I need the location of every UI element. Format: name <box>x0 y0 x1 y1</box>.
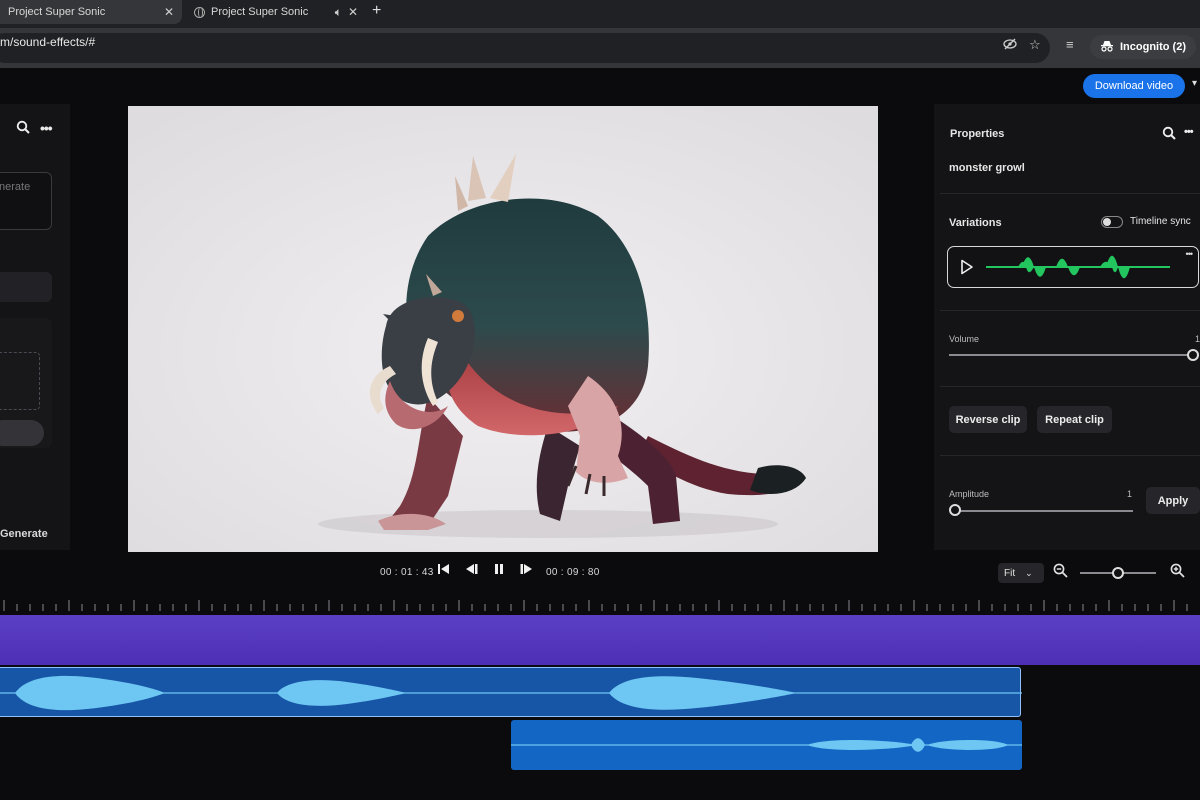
media-queue-icon[interactable]: ≡ <box>1066 37 1074 52</box>
zoom-fit-value: Fit <box>1004 567 1016 579</box>
search-icon[interactable] <box>1162 126 1176 145</box>
more-options-icon[interactable]: ••• <box>40 120 53 137</box>
chevron-down-icon[interactable]: ▾ <box>1192 78 1197 89</box>
volume-slider-handle[interactable] <box>1187 349 1199 361</box>
volume-label: Volume <box>949 334 980 344</box>
drop-zone[interactable] <box>0 352 40 410</box>
reverse-clip-button[interactable]: Reverse clip <box>949 406 1027 433</box>
audio-clip-1[interactable] <box>0 667 1022 717</box>
zoom-in-icon[interactable] <box>1170 563 1185 581</box>
variations-label: Variations <box>949 217 1002 229</box>
play-icon[interactable] <box>960 259 974 280</box>
amplitude-label: Amplitude <box>949 489 990 499</box>
properties-title: Properties <box>950 128 1005 140</box>
incognito-icon <box>1100 40 1114 55</box>
timeline-ruler[interactable] <box>0 598 1200 612</box>
browser-tab-2[interactable]: Project Super Sonic 🔈︎ ✕ <box>186 0 366 24</box>
skip-back-icon[interactable] <box>437 563 451 578</box>
audio-waveform <box>511 738 1022 752</box>
chevron-down-icon: ⌄ <box>1025 567 1033 578</box>
new-tab-icon[interactable]: + <box>372 2 381 20</box>
option-field[interactable] <box>0 272 52 302</box>
amplitude-slider-handle[interactable] <box>949 504 961 516</box>
prompt-placeholder: nerate <box>0 181 31 193</box>
timeline-sync-label: Timeline sync <box>1130 216 1191 227</box>
step-forward-icon[interactable] <box>519 563 533 578</box>
omnibox[interactable] <box>0 33 1050 63</box>
prompt-input[interactable]: nerate <box>0 172 52 230</box>
monster-frame-image <box>128 106 878 552</box>
tab-title: Project Super Sonic <box>8 6 106 18</box>
left-panel-toolbar: ••• <box>16 120 53 137</box>
volume-slider-track[interactable] <box>949 354 1189 356</box>
incognito-indicator[interactable]: Incognito (2) <box>1090 35 1196 59</box>
incognito-label: Incognito (2) <box>1120 41 1186 53</box>
upload-button[interactable] <box>0 420 44 446</box>
audio-clip-2[interactable] <box>511 720 1022 770</box>
video-track-clip[interactable] <box>0 615 1200 665</box>
close-tab-icon[interactable]: ✕ <box>164 5 174 19</box>
address-bar <box>0 28 1200 68</box>
step-back-icon[interactable] <box>465 563 479 578</box>
zoom-fit-select[interactable]: Fit ⌄ <box>998 563 1044 583</box>
apply-button[interactable]: Apply <box>1146 487 1200 514</box>
url-text[interactable]: m/sound-effects/# <box>0 35 95 49</box>
repeat-clip-button[interactable]: Repeat clip <box>1037 406 1112 433</box>
download-video-button[interactable]: Download video <box>1083 74 1185 98</box>
more-options-icon[interactable]: ••• <box>1186 249 1194 259</box>
clip-name: monster growl <box>949 162 1025 174</box>
generate-button[interactable]: Generate <box>0 528 48 540</box>
more-options-icon[interactable]: ••• <box>1184 126 1194 138</box>
search-icon[interactable] <box>16 120 30 137</box>
volume-max-label: 1 <box>1195 334 1200 344</box>
divider <box>940 193 1200 194</box>
browser-tab-bar: Project Super Sonic ✕ Project Super Soni… <box>0 0 1200 28</box>
divider <box>940 310 1200 311</box>
amplitude-slider-track[interactable] <box>955 510 1133 512</box>
current-time: 00 : 01 : 43 <box>380 567 434 578</box>
video-preview[interactable] <box>128 106 878 552</box>
audio-waveform <box>0 675 1022 711</box>
pause-icon[interactable] <box>493 563 505 578</box>
divider <box>940 386 1200 387</box>
globe-icon <box>194 6 205 18</box>
eye-off-icon[interactable] <box>1003 38 1017 53</box>
timeline-sync-toggle[interactable] <box>1101 216 1123 228</box>
total-time: 00 : 09 : 80 <box>546 567 600 578</box>
amplitude-value: 1 <box>1127 489 1133 499</box>
tab-title: Project Super Sonic <box>211 6 309 18</box>
close-tab-icon[interactable]: ✕ <box>348 5 358 19</box>
zoom-out-icon[interactable] <box>1053 563 1068 581</box>
star-icon[interactable]: ☆ <box>1029 37 1041 53</box>
divider <box>940 455 1200 456</box>
speaker-icon[interactable]: 🔈︎ <box>335 5 342 20</box>
browser-tab-1[interactable]: Project Super Sonic ✕ <box>0 0 182 24</box>
variation-card[interactable]: ••• <box>947 246 1199 288</box>
variation-waveform <box>986 255 1170 279</box>
zoom-slider-handle[interactable] <box>1112 567 1124 579</box>
